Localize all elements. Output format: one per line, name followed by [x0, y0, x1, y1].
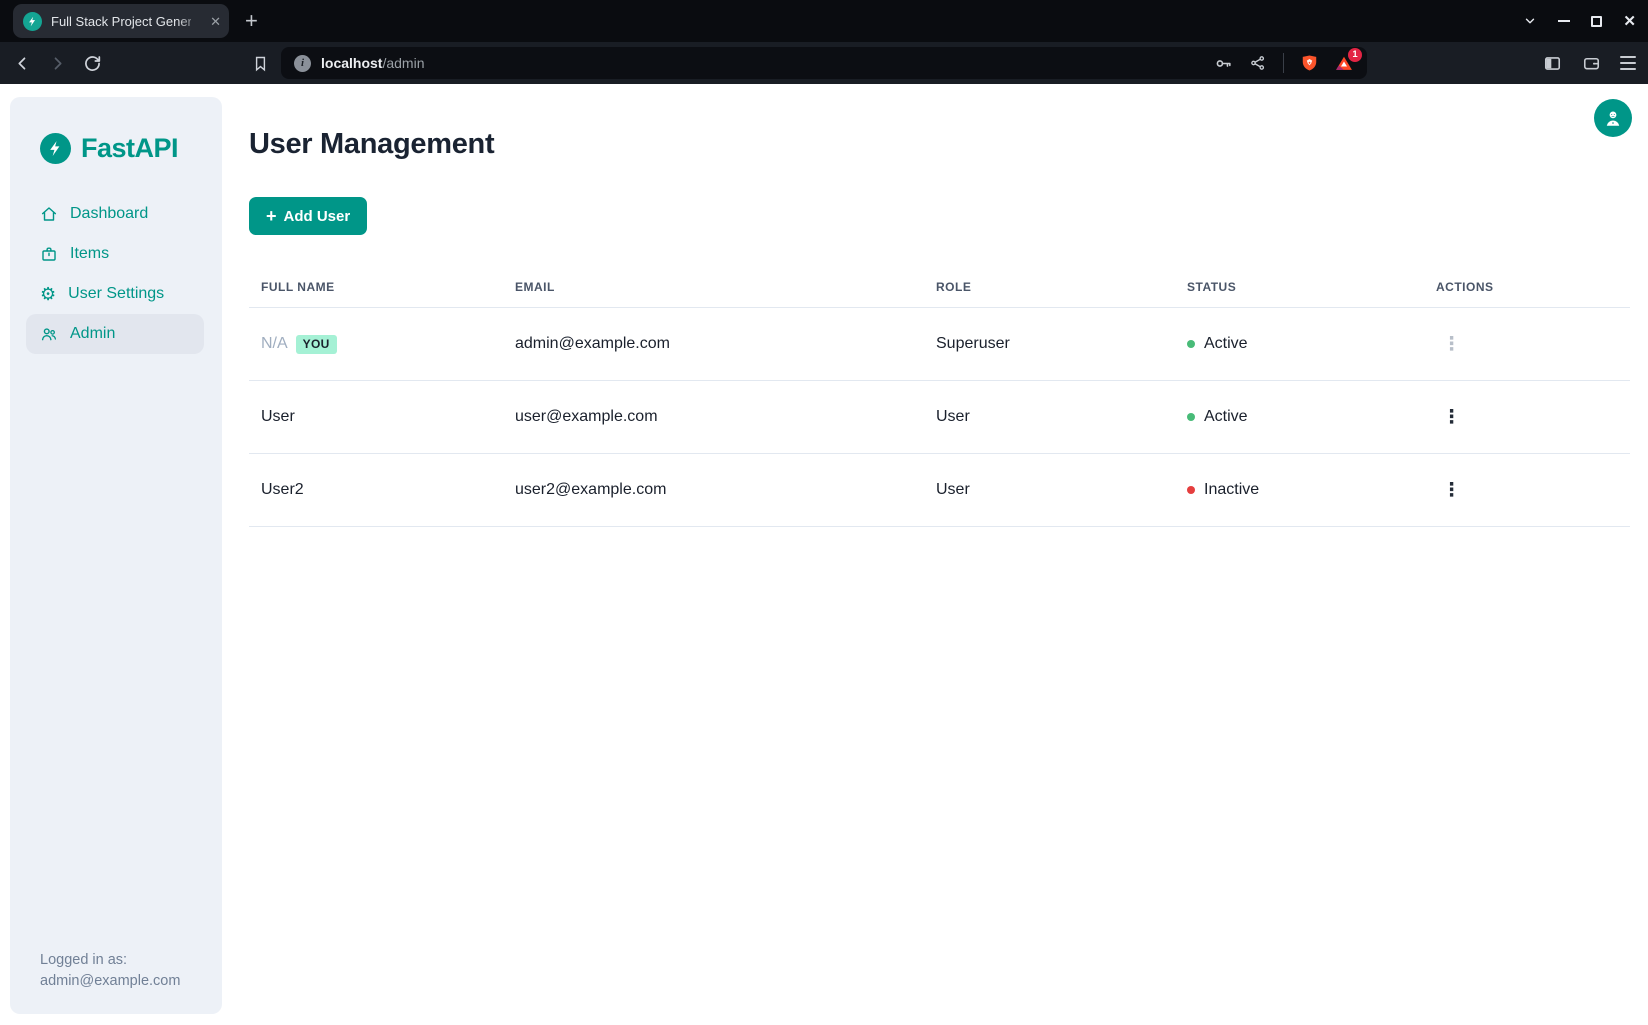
user-avatar-button[interactable]	[1594, 99, 1632, 137]
window-menu-chevron-icon[interactable]	[1523, 14, 1537, 28]
column-header-status: STATUS	[1175, 280, 1424, 294]
url-text[interactable]: localhost/admin	[321, 55, 425, 71]
reload-icon[interactable]	[82, 53, 102, 73]
brave-shield-icon[interactable]	[1299, 53, 1319, 73]
row-actions-menu-icon: ⋮	[1424, 333, 1630, 355]
cell-status: Active	[1175, 408, 1424, 426]
tab-title: Full Stack Project Genera	[51, 14, 191, 29]
add-user-label: Add User	[284, 208, 351, 225]
url-host: localhost	[321, 55, 382, 71]
fastapi-logo: FastAPI	[40, 133, 222, 164]
table-row: User user@example.com User Active ⋮	[249, 381, 1630, 454]
back-icon[interactable]	[12, 53, 32, 73]
column-header-email: EMAIL	[503, 280, 924, 294]
sidebar-item-dashboard[interactable]: Dashboard	[26, 194, 204, 234]
gear-icon: ⚙	[40, 285, 56, 303]
url-bar[interactable]: i localhost/admin 1	[281, 47, 1367, 79]
tab-close-icon[interactable]: ✕	[210, 15, 221, 28]
cell-email: user2@example.com	[503, 481, 924, 499]
forward-icon[interactable]	[47, 53, 67, 73]
cell-role: Superuser	[924, 335, 1175, 353]
cell-email: user@example.com	[503, 408, 924, 426]
users-table: FULL NAME EMAIL ROLE STATUS ACTIONS N/A …	[249, 267, 1630, 527]
status-dot-inactive	[1187, 486, 1195, 494]
brave-rewards-icon[interactable]: 1	[1334, 54, 1354, 73]
sidebar: FastAPI Dashboard Items ⚙ User Settings	[10, 97, 222, 1014]
plus-icon: +	[266, 207, 277, 225]
column-header-actions: ACTIONS	[1424, 280, 1630, 294]
status-value: Inactive	[1204, 481, 1259, 499]
page-title: User Management	[249, 84, 1630, 161]
sidebar-item-label: Dashboard	[70, 205, 148, 223]
users-icon	[40, 325, 58, 343]
column-header-role: ROLE	[924, 280, 1175, 294]
main-area: User Management + Add User FULL NAME EMA…	[249, 84, 1648, 527]
logged-in-footer: Logged in as: admin@example.com	[40, 950, 180, 992]
fastapi-favicon-icon	[23, 12, 42, 31]
row-actions-menu-icon[interactable]: ⋮	[1424, 479, 1630, 501]
sidebar-nav: Dashboard Items ⚙ User Settings Admin	[10, 194, 222, 354]
bookmark-icon[interactable]	[250, 53, 270, 73]
cell-full-name: User2	[249, 481, 503, 499]
home-icon	[40, 205, 58, 223]
browser-tab-bar: Full Stack Project Genera ✕ + ✕	[0, 0, 1648, 42]
briefcase-icon	[40, 245, 58, 263]
status-dot-active	[1187, 340, 1195, 348]
wallet-icon[interactable]	[1581, 53, 1601, 73]
cell-email: admin@example.com	[503, 335, 924, 353]
table-row: User2 user2@example.com User Inactive ⋮	[249, 454, 1630, 527]
new-tab-button[interactable]: +	[245, 10, 258, 32]
password-key-icon[interactable]	[1213, 53, 1233, 73]
logged-in-label: Logged in as:	[40, 950, 180, 971]
status-value: Active	[1204, 408, 1248, 426]
menu-hamburger-icon[interactable]	[1620, 56, 1636, 70]
browser-tab[interactable]: Full Stack Project Genera ✕	[13, 4, 229, 38]
site-info-icon[interactable]: i	[294, 55, 311, 72]
add-user-button[interactable]: + Add User	[249, 197, 367, 235]
rewards-notification-badge: 1	[1348, 48, 1362, 62]
url-path: /admin	[382, 55, 424, 71]
fastapi-bolt-icon	[40, 133, 71, 164]
table-header-row: FULL NAME EMAIL ROLE STATUS ACTIONS	[249, 267, 1630, 308]
sidebar-item-label: Items	[70, 245, 109, 263]
page-content: FastAPI Dashboard Items ⚙ User Settings	[0, 84, 1648, 1025]
cell-status: Active	[1175, 335, 1424, 353]
tab-title-fade	[177, 4, 203, 38]
cell-status: Inactive	[1175, 481, 1424, 499]
row-actions-menu-icon[interactable]: ⋮	[1424, 406, 1630, 428]
share-icon[interactable]	[1248, 53, 1268, 73]
window-minimize-icon[interactable]	[1558, 20, 1570, 22]
sidebar-item-label: User Settings	[68, 285, 164, 303]
table-row: N/A YOU admin@example.com Superuser Acti…	[249, 308, 1630, 381]
window-close-icon[interactable]: ✕	[1623, 14, 1636, 29]
cell-role: User	[924, 481, 1175, 499]
sidebar-item-user-settings[interactable]: ⚙ User Settings	[26, 274, 204, 314]
you-badge: YOU	[296, 335, 337, 354]
status-dot-active	[1187, 413, 1195, 421]
sidebar-item-label: Admin	[70, 325, 115, 343]
cell-full-name: User	[249, 408, 503, 426]
cell-role: User	[924, 408, 1175, 426]
cell-full-name: N/A YOU	[249, 335, 503, 354]
full-name-value: N/A	[261, 335, 288, 353]
logo-text: FastAPI	[81, 133, 178, 164]
browser-toolbar: i localhost/admin 1	[0, 42, 1648, 84]
status-value: Active	[1204, 335, 1248, 353]
logged-in-email: admin@example.com	[40, 971, 180, 992]
column-header-full-name: FULL NAME	[249, 280, 503, 294]
toolbar-divider	[1283, 53, 1284, 73]
sidebar-item-items[interactable]: Items	[26, 234, 204, 274]
sidebar-item-admin[interactable]: Admin	[26, 314, 204, 354]
window-maximize-icon[interactable]	[1591, 16, 1602, 27]
sidebar-panel-icon[interactable]	[1542, 53, 1562, 73]
person-icon	[1602, 107, 1624, 129]
